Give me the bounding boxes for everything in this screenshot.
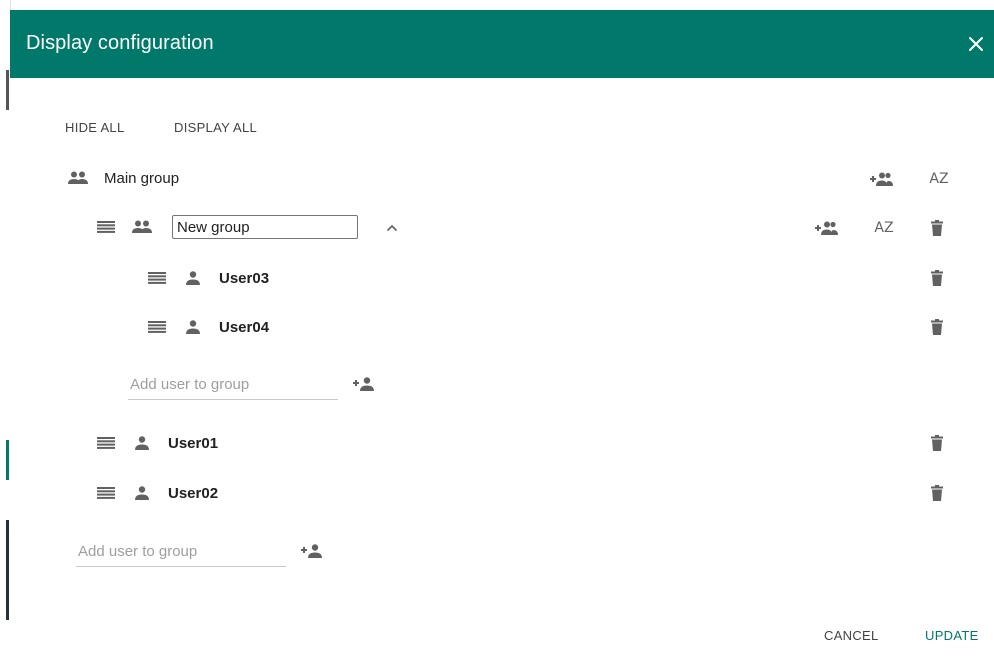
trash-icon [931,319,943,335]
add-user-button[interactable] [300,539,324,563]
delete-user-button[interactable] [925,315,949,339]
backdrop-mark [6,440,9,480]
user-label: User04 [219,318,270,336]
sort-az-label: AZ [874,220,894,236]
user-label: User01 [168,434,219,452]
sort-az-icon[interactable]: AZ [870,216,898,240]
new-group-row [94,213,154,241]
cancel-button[interactable]: CANCEL [824,628,879,643]
delete-user-button[interactable] [925,481,949,505]
drag-handle-icon[interactable] [145,315,169,339]
display-all-button[interactable]: DISPLAY ALL [174,120,257,135]
close-button[interactable] [962,30,990,58]
hide-all-button[interactable]: HIDE ALL [65,120,124,135]
group-user-row: User03 [145,264,269,292]
add-person-icon [353,377,374,391]
delete-user-button[interactable] [925,431,949,455]
backdrop-mark [6,520,9,620]
trash-icon [931,220,943,236]
close-icon [969,37,983,51]
delete-user-button[interactable] [925,266,949,290]
add-user-button[interactable] [352,372,376,396]
sort-az-icon[interactable]: AZ [925,167,953,191]
main-group-row: Main group [66,164,179,192]
user-row: User01 [94,429,218,457]
add-subgroup-icon[interactable] [815,216,839,240]
drag-handle-icon[interactable] [94,215,118,239]
drag-handle-icon[interactable] [94,481,118,505]
user-label: User02 [168,484,219,502]
update-button[interactable]: UPDATE [925,628,979,643]
dialog-title: Display configuration [26,32,214,54]
trash-icon [931,270,943,286]
user-icon [181,315,205,339]
user-icon [130,481,154,505]
trash-icon [931,435,943,451]
group-name-input[interactable] [172,215,358,239]
user-icon [181,266,205,290]
trash-icon [931,485,943,501]
main-group-label: Main group [104,169,180,187]
chevron-up-icon [386,224,398,232]
collapse-group-button[interactable] [380,216,404,240]
drag-handle-icon[interactable] [145,266,169,290]
add-group-icon[interactable] [870,167,894,191]
group-user-row: User04 [145,313,269,341]
add-person-icon [301,544,322,558]
dialog-header: Display configuration [10,10,994,78]
user-icon [130,431,154,455]
add-user-to-group-input[interactable] [128,370,338,400]
user-label: User03 [219,269,270,287]
group-icon [130,215,154,239]
delete-group-button[interactable] [925,216,949,240]
display-configuration-dialog: Display configuration HIDE ALL DISPLAY A… [10,10,994,657]
user-row: User02 [94,479,218,507]
backdrop-mark [6,70,9,110]
add-user-to-group-input[interactable] [76,537,286,567]
drag-handle-icon[interactable] [94,431,118,455]
group-icon [66,166,90,190]
sort-az-label: AZ [929,171,949,187]
